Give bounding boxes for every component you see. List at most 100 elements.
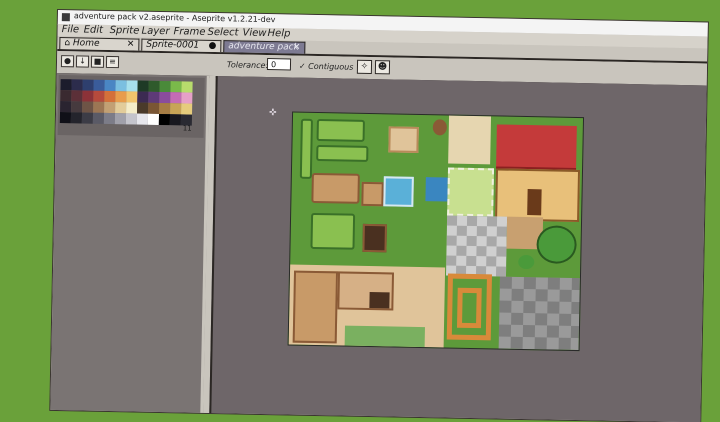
swatch-icon[interactable]: ■ [90,55,105,68]
sprite-editor[interactable]: ✜ [209,76,708,422]
palette-swatch[interactable] [81,112,94,124]
check-icon: ✓ [298,61,306,71]
menu-file[interactable]: File [62,24,80,35]
tolerance-input[interactable]: 0 [266,58,292,71]
palette-swatch[interactable] [82,90,94,102]
palette-swatch[interactable] [60,90,72,102]
palette-swatch[interactable] [82,101,94,113]
palette-swatch[interactable] [181,103,193,115]
home-icon: ⌂ [64,38,71,49]
palette-swatch[interactable] [147,113,160,125]
palette-swatch[interactable] [159,80,171,93]
palette-swatch[interactable] [115,80,127,92]
palette-swatch[interactable] [92,112,105,124]
contiguous-label: Contiguous [308,61,354,72]
sprite-canvas[interactable] [287,111,585,352]
palette-swatch[interactable] [181,81,193,93]
palette-swatch[interactable] [71,90,83,102]
water-tile [425,177,448,202]
flower-patch-tile [447,167,495,217]
palette-swatch[interactable] [148,80,160,92]
tab-label: Sprite-0001 [146,39,200,51]
menu-sprite[interactable]: Sprite [110,25,140,37]
stone-floor-tiles [498,276,580,351]
contiguous-checkbox[interactable]: ✓ Contiguous [299,62,354,72]
tab-home[interactable]: ⌂ Home ✕ [59,37,140,51]
sample-layer-icon[interactable]: ☻ [374,60,391,75]
palette-swatch[interactable] [148,102,160,114]
palette-swatch[interactable] [126,91,138,103]
palette-swatch[interactable] [104,101,116,114]
palette-swatch[interactable] [114,113,127,125]
palette-swatch[interactable] [170,103,182,115]
palette-swatch[interactable] [158,113,171,126]
palette-swatch[interactable] [103,112,116,125]
palette-swatch[interactable] [136,113,149,125]
grass-tile [344,325,425,348]
tab-sprite-0001[interactable]: Sprite-0001 ● [141,38,222,53]
menu-frame[interactable]: Frame [173,26,205,38]
color-palette[interactable] [59,79,193,126]
palette-swatch[interactable] [60,101,72,113]
palette-swatch[interactable] [170,92,182,104]
bush-tile [518,254,535,270]
grass-cliff-tile [316,144,369,162]
tab-adventure-pack[interactable]: adventure pack ✕ [223,40,306,54]
stump-tile [432,119,447,136]
palette-swatch[interactable] [181,92,193,104]
house-door-tile [527,189,542,216]
palette-lock-icon[interactable]: ● [60,55,75,68]
palette-count: 11 [182,124,192,133]
palette-swatch[interactable] [169,114,182,126]
palette-swatch[interactable] [71,101,83,113]
stone-floor-tiles [445,215,508,277]
palette-swatch[interactable] [71,79,83,91]
water-tile [383,176,414,207]
pixel-perfect-icon[interactable]: ✧ [356,59,373,75]
palette-swatch[interactable] [137,102,149,114]
modified-dot-icon[interactable]: ● [208,41,216,52]
palette-swatch[interactable] [137,91,149,103]
close-icon[interactable]: ✕ [293,43,301,54]
menu-view[interactable]: View [242,28,266,39]
dirt-path-tile [311,172,360,204]
menu-icon[interactable]: ≡ [105,55,120,69]
palette-swatch[interactable] [126,80,138,92]
palette-swatch[interactable] [115,91,127,103]
aseprite-window: adventure pack v2.aseprite - Aseprite v1… [50,10,708,422]
sand-cliff-tile [292,270,339,344]
menu-edit[interactable]: Edit [84,24,104,35]
dirt-patch-tile [388,126,419,153]
pit-tile [369,292,390,309]
menu-select[interactable]: Select [207,27,238,39]
wooden-fence-tile [456,287,482,329]
palette-swatch[interactable] [93,79,105,91]
window-title: adventure pack v2.aseprite - Aseprite v1… [73,11,276,25]
palette-swatch[interactable] [93,90,105,102]
palette-swatch[interactable] [60,79,72,91]
menu-help[interactable]: Help [267,28,290,39]
palette-swatch[interactable] [137,80,149,92]
palette-swatch[interactable] [115,102,127,114]
palette-swatch[interactable] [82,79,94,91]
palette-swatch[interactable] [70,112,83,124]
sort-down-icon[interactable]: ↓ [75,55,90,68]
palette-swatch[interactable] [104,90,116,103]
palette-swatch[interactable] [104,79,116,92]
tab-label: Home [72,38,100,49]
app-icon [61,13,70,22]
house-roof-tile [496,124,577,171]
close-icon[interactable]: ✕ [127,39,135,50]
palette-swatch[interactable] [93,101,105,113]
palette-swatch[interactable] [125,113,138,125]
palette-swatch[interactable] [170,81,182,93]
palette-swatch[interactable] [148,91,160,103]
palette-swatch[interactable] [159,91,171,104]
palette-swatch[interactable] [126,102,138,114]
palette-swatch[interactable] [59,112,72,124]
palette-panel: 11 [50,72,210,416]
palette-swatch[interactable] [159,102,171,115]
tolerance-label: Tolerance: [226,60,269,71]
grass-cliff-tile [310,212,356,250]
menu-layer[interactable]: Layer [142,26,170,38]
